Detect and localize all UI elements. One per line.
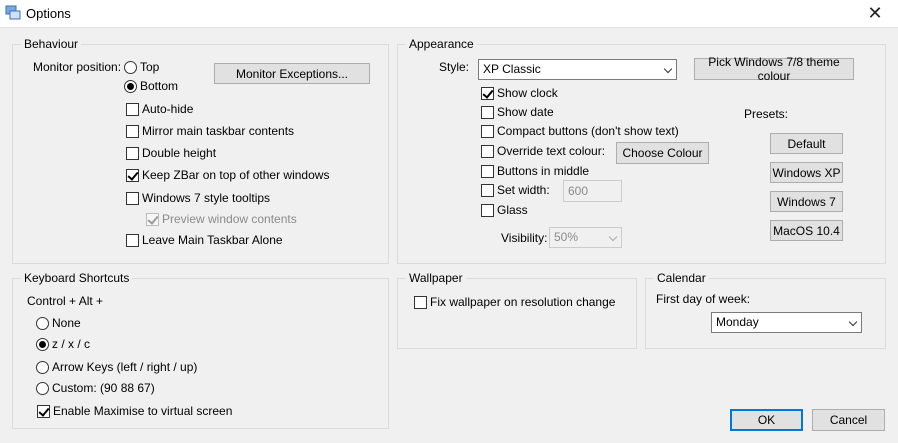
- override-text-checkbox[interactable]: [481, 145, 494, 158]
- first-day-select[interactable]: Monday: [711, 312, 862, 333]
- enable-maximise-label[interactable]: Enable Maximise to virtual screen: [53, 404, 232, 418]
- position-top-label[interactable]: Top: [140, 60, 159, 74]
- chevron-down-icon: [663, 64, 673, 74]
- shortcut-arrows-radio[interactable]: [36, 361, 49, 374]
- shortcut-arrows-label[interactable]: Arrow Keys (left / right / up): [52, 360, 197, 374]
- shortcut-zxc-label[interactable]: z / x / c: [52, 337, 90, 351]
- first-day-label: First day of week:: [656, 292, 751, 306]
- shortcut-custom-label[interactable]: Custom: (90 88 67): [52, 381, 155, 395]
- shortcut-none-radio[interactable]: [36, 317, 49, 330]
- show-date-label[interactable]: Show date: [497, 105, 554, 119]
- win7-tooltips-label[interactable]: Windows 7 style tooltips: [142, 191, 270, 205]
- shortcut-zxc-radio[interactable]: [36, 338, 49, 351]
- mirror-checkbox[interactable]: [126, 125, 139, 138]
- window-title: Options: [26, 6, 71, 21]
- wallpaper-group-title: Wallpaper: [406, 271, 466, 285]
- show-clock-label[interactable]: Show clock: [497, 86, 558, 100]
- title-bar: Options ✕: [0, 0, 898, 28]
- show-date-checkbox[interactable]: [481, 106, 494, 119]
- compact-buttons-checkbox[interactable]: [481, 125, 494, 138]
- choose-colour-button[interactable]: Choose Colour: [616, 142, 709, 164]
- fix-wallpaper-checkbox[interactable]: [414, 296, 427, 309]
- buttons-middle-checkbox[interactable]: [481, 165, 494, 178]
- visibility-label: Visibility:: [501, 231, 548, 245]
- close-icon: ✕: [867, 3, 883, 23]
- preview-contents-label: Preview window contents: [162, 212, 297, 226]
- fix-wallpaper-label[interactable]: Fix wallpaper on resolution change: [430, 295, 615, 309]
- position-bottom-radio[interactable]: [124, 80, 137, 93]
- style-select-value: XP Classic: [483, 62, 541, 76]
- visibility-select-value: 50%: [554, 230, 579, 244]
- keep-on-top-label[interactable]: Keep ZBar on top of other windows: [142, 168, 329, 182]
- behaviour-group-title: Behaviour: [21, 37, 82, 51]
- auto-hide-label[interactable]: Auto-hide: [142, 102, 193, 116]
- visibility-select: 50%: [549, 227, 622, 248]
- mirror-label[interactable]: Mirror main taskbar contents: [142, 124, 294, 138]
- show-clock-checkbox[interactable]: [481, 87, 494, 100]
- preset-macos-button[interactable]: MacOS 10.4: [770, 220, 843, 241]
- preset-xp-button[interactable]: Windows XP: [770, 162, 843, 183]
- leave-alone-label[interactable]: Leave Main Taskbar Alone: [142, 233, 283, 247]
- glass-label[interactable]: Glass: [497, 203, 528, 217]
- override-text-label[interactable]: Override text colour:: [497, 144, 605, 158]
- auto-hide-checkbox[interactable]: [126, 103, 139, 116]
- leave-alone-checkbox[interactable]: [126, 234, 139, 247]
- preset-default-button[interactable]: Default: [770, 133, 843, 154]
- preset-win7-button[interactable]: Windows 7: [770, 191, 843, 212]
- double-height-label[interactable]: Double height: [142, 146, 216, 160]
- keyboard-group-title: Keyboard Shortcuts: [21, 271, 133, 285]
- chevron-down-icon: [608, 232, 618, 242]
- preview-contents-checkbox: [146, 213, 159, 226]
- double-height-checkbox[interactable]: [126, 147, 139, 160]
- enable-maximise-checkbox[interactable]: [37, 405, 50, 418]
- buttons-middle-label[interactable]: Buttons in middle: [497, 164, 589, 178]
- pick-theme-colour-button[interactable]: Pick Windows 7/8 theme colour: [694, 55, 854, 83]
- width-input: 600: [563, 180, 622, 202]
- compact-buttons-label[interactable]: Compact buttons (don't show text): [497, 124, 679, 138]
- set-width-checkbox[interactable]: [481, 184, 494, 197]
- appearance-group-title: Appearance: [406, 37, 477, 51]
- set-width-label[interactable]: Set width:: [497, 183, 550, 197]
- glass-checkbox[interactable]: [481, 204, 494, 217]
- win7-tooltips-checkbox[interactable]: [126, 192, 139, 205]
- wallpaper-group: Wallpaper: [397, 271, 637, 349]
- close-button[interactable]: ✕: [852, 0, 898, 27]
- position-top-radio[interactable]: [124, 61, 137, 74]
- app-icon: [5, 5, 21, 20]
- shortcut-custom-radio[interactable]: [36, 382, 49, 395]
- calendar-group-title: Calendar: [654, 271, 709, 285]
- chevron-down-icon: [848, 317, 858, 327]
- keep-on-top-checkbox[interactable]: [126, 169, 139, 182]
- style-label: Style:: [439, 60, 470, 74]
- monitor-exceptions-button[interactable]: Monitor Exceptions...: [214, 63, 370, 84]
- style-select[interactable]: XP Classic: [478, 59, 677, 80]
- first-day-select-value: Monday: [716, 315, 759, 329]
- position-bottom-label[interactable]: Bottom: [140, 79, 178, 93]
- cancel-button[interactable]: Cancel: [812, 409, 885, 431]
- monitor-position-label: Monitor position:: [33, 60, 122, 74]
- ok-button[interactable]: OK: [730, 409, 803, 431]
- presets-label: Presets:: [744, 107, 789, 121]
- shortcut-none-label[interactable]: None: [52, 316, 81, 330]
- modifier-label: Control + Alt +: [27, 294, 104, 308]
